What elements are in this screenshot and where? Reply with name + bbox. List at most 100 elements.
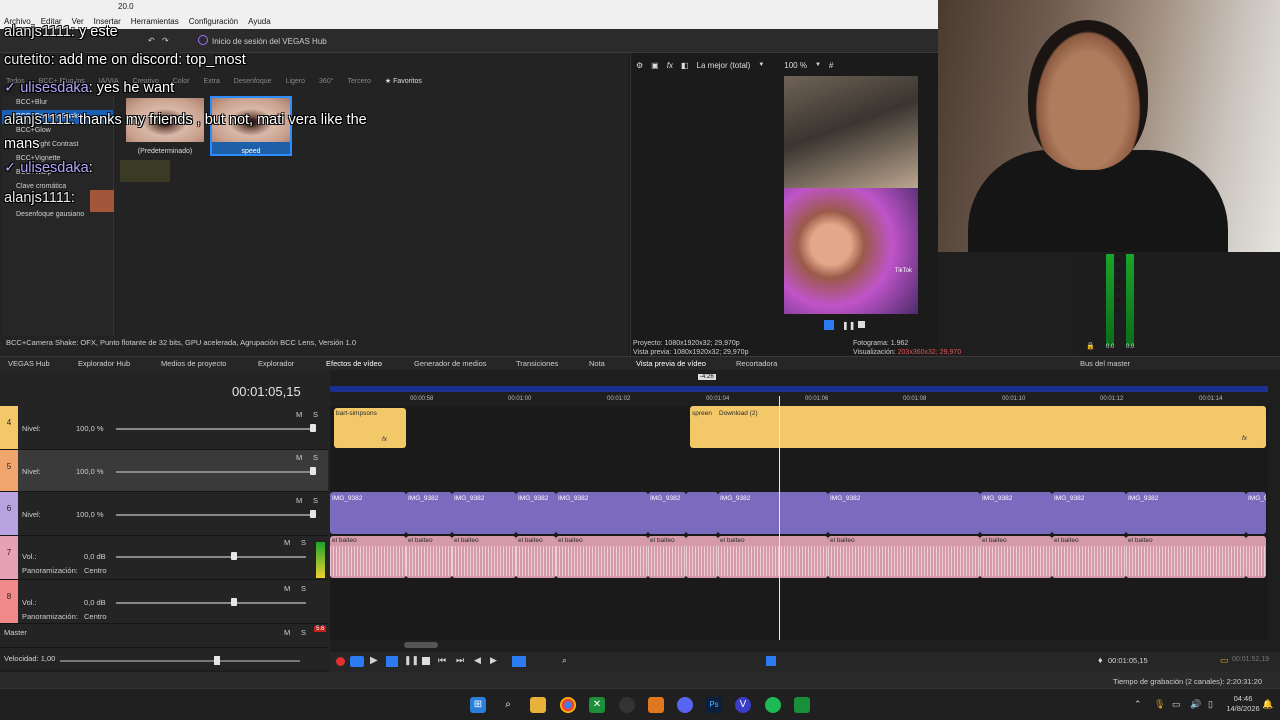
obs-icon[interactable] (619, 697, 635, 713)
volume-icon[interactable]: 🔊 (1190, 699, 1201, 710)
menu-configuracion[interactable]: Configuración (189, 17, 238, 26)
chrome-icon[interactable] (560, 697, 576, 713)
video-clip[interactable]: IMG_9382 (1246, 492, 1266, 534)
master-track-header[interactable]: Master M S 5.6 (0, 624, 328, 648)
hub-login-link[interactable]: Inicio de sesión del VEGAS Hub (212, 37, 327, 46)
audio-clip[interactable]: el baiteo (516, 536, 556, 578)
menu-herramientas[interactable]: Herramientas (131, 17, 179, 26)
menu-ayuda[interactable]: Ayuda (248, 17, 271, 26)
search-icon[interactable]: ⌕ (500, 697, 516, 713)
brave-icon[interactable] (648, 697, 664, 713)
undo-icon[interactable]: ↶ (148, 36, 155, 45)
mute-button[interactable]: M (284, 628, 290, 637)
track-header-6[interactable]: 6 Nivel: 100,0 % M S (0, 492, 328, 536)
app-icon[interactable] (794, 697, 810, 713)
video-clip[interactable]: IMG_9382 (1126, 492, 1246, 534)
solo-button[interactable]: S (301, 538, 306, 547)
snap-button[interactable] (766, 656, 776, 666)
spotify-icon[interactable] (765, 697, 781, 713)
tab-vegas-hub[interactable]: VEGAS Hub (8, 359, 50, 368)
split-view-icon[interactable]: ◧ (681, 61, 689, 70)
video-clip[interactable]: IMG_9382 (828, 492, 980, 534)
level-slider[interactable] (116, 471, 316, 473)
video-clip[interactable]: IMG_9382 (648, 492, 686, 534)
audio-clip[interactable] (686, 536, 718, 578)
zoom-tool-icon[interactable]: ⌕ (562, 655, 567, 666)
tab-explorador-hub[interactable]: Explorador Hub (78, 359, 130, 368)
level-slider-handle[interactable] (310, 467, 316, 475)
tab-efectos-video[interactable]: Efectos de vídeo (326, 359, 382, 368)
region-icon[interactable]: ▭ (1220, 655, 1229, 666)
edit-tool-button[interactable] (512, 656, 526, 667)
fx-tab[interactable]: Color (173, 78, 190, 85)
notifications-icon[interactable]: 🔔 (1262, 699, 1273, 710)
network-icon[interactable]: ▭ (1172, 699, 1181, 710)
fx-tab[interactable]: Extra (203, 78, 219, 85)
level-slider-handle[interactable] (310, 510, 316, 518)
fx-tab[interactable]: 360° (319, 78, 333, 85)
file-explorer-icon[interactable] (530, 697, 546, 713)
fx-tab-favoritos[interactable]: ★ Favoritos (385, 77, 422, 85)
video-clip[interactable]: IMG_9382 (718, 492, 828, 534)
chevron-down-icon[interactable]: ▼ (815, 62, 821, 68)
video-clip[interactable]: IMG_9382 (980, 492, 1052, 534)
go-to-end-icon[interactable]: ⏭ (456, 655, 464, 666)
level-slider[interactable] (116, 428, 316, 430)
solo-button[interactable]: S (313, 453, 318, 462)
clip-fx-icon[interactable]: fx (382, 436, 387, 443)
grid-icon[interactable]: # (829, 61, 833, 70)
play-button[interactable] (824, 320, 834, 330)
stop-button[interactable] (422, 657, 430, 665)
mute-button[interactable]: M (296, 453, 302, 462)
next-frame-icon[interactable]: ▶ (490, 655, 497, 666)
track-header-4[interactable]: 4 Nivel: 100,0 % M S (0, 406, 328, 450)
tab-explorador[interactable]: Explorador (258, 359, 294, 368)
mute-button[interactable]: M (284, 538, 290, 547)
level-slider-handle[interactable] (310, 424, 316, 432)
lock-icon[interactable]: 🔒 (1086, 342, 1095, 350)
discord-icon[interactable] (677, 697, 693, 713)
time-ruler[interactable]: 00:00:58 00:01:00 00:01:02 00:01:04 00:0… (330, 392, 1268, 406)
vegas-icon[interactable]: V (735, 697, 751, 713)
solo-button[interactable]: S (313, 410, 318, 419)
video-clip[interactable]: spreen Download (2) fx (690, 406, 1266, 448)
audio-clip[interactable]: el baiteo (556, 536, 648, 578)
play-button[interactable] (386, 656, 398, 667)
audio-clip[interactable]: el baiteo (980, 536, 1052, 578)
audio-clip[interactable]: el baiteo (452, 536, 516, 578)
solo-button[interactable]: S (301, 628, 306, 637)
audio-clip[interactable]: el baiteo (1052, 536, 1126, 578)
tab-notas[interactable]: Nota (589, 359, 605, 368)
redo-icon[interactable]: ↷ (162, 36, 169, 45)
audio-clip[interactable]: el baiteo (718, 536, 828, 578)
audio-clip[interactable]: el baiteo (648, 536, 686, 578)
external-monitor-icon[interactable]: ▣ (651, 61, 659, 70)
loop-button[interactable] (350, 656, 364, 667)
photoshop-icon[interactable]: Ps (706, 697, 722, 713)
windows-start-icon[interactable]: ⊞ (470, 697, 486, 713)
volume-slider-handle[interactable] (231, 598, 237, 606)
track-header-5[interactable]: 5 Nivel: 100,0 % M S (0, 450, 328, 492)
prev-frame-icon[interactable]: ◀ (474, 655, 481, 666)
marker-icon[interactable]: ♦ (1098, 655, 1103, 665)
fx-tab[interactable]: Desenfoque (234, 78, 272, 85)
gear-icon[interactable]: ⚙ (636, 61, 643, 70)
volume-slider[interactable] (116, 602, 306, 604)
fx-tab[interactable]: Tercero (348, 78, 371, 85)
volume-slider[interactable] (116, 556, 306, 558)
video-clip[interactable]: IMG_9382 (1052, 492, 1126, 534)
speed-slider[interactable] (60, 660, 300, 662)
audio-clip[interactable]: el baiteo (1126, 536, 1246, 578)
video-clip[interactable]: IMG_9382 (330, 492, 406, 534)
microphone-icon[interactable]: 🎙 (1154, 699, 1165, 710)
mute-button[interactable]: M (296, 410, 302, 419)
chevron-up-icon[interactable]: ⌃ (1134, 699, 1142, 710)
video-clip[interactable] (686, 492, 718, 534)
solo-button[interactable]: S (313, 496, 318, 505)
track-header-8[interactable]: 8 Vol.: 0,0 dB Panoramización: Centro M … (0, 580, 328, 624)
tab-generador-medios[interactable]: Generador de medios (414, 359, 487, 368)
excel-icon[interactable]: ✕ (589, 697, 605, 713)
video-clip[interactable]: IMG_9382 (452, 492, 516, 534)
playhead-cursor[interactable] (779, 396, 780, 640)
tab-vista-previa[interactable]: Vista previa de vídeo (636, 359, 706, 368)
